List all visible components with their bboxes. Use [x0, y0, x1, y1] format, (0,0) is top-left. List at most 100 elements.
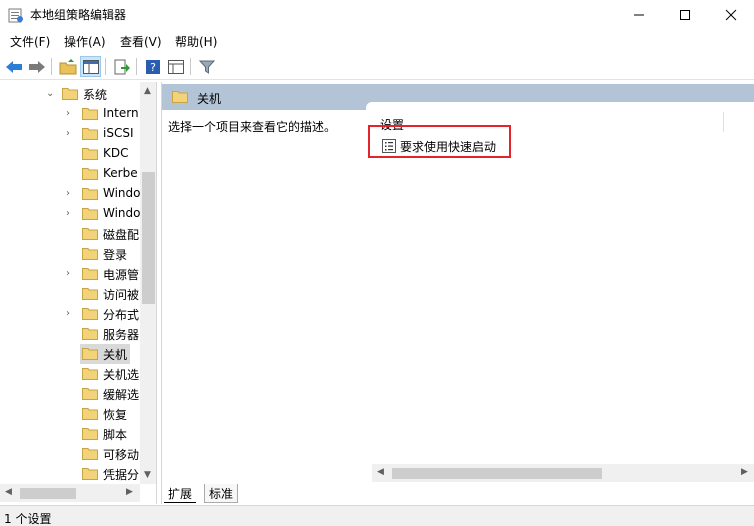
- chevron-right-icon[interactable]: ›: [66, 187, 76, 201]
- tree-item-label: 服务器: [103, 328, 140, 342]
- tree-item[interactable]: 磁盘配: [0, 224, 140, 244]
- folder-icon: [82, 168, 98, 180]
- menu-view[interactable]: 查看(V): [120, 33, 162, 50]
- tab-standard[interactable]: 标准: [204, 484, 239, 503]
- maximize-icon: [680, 9, 690, 20]
- highlight-box: [368, 125, 511, 158]
- group-policy-app-icon: [8, 8, 23, 23]
- tree-item[interactable]: 关机: [80, 344, 130, 364]
- up-folder-button[interactable]: [57, 56, 78, 77]
- chevron-right-icon[interactable]: ›: [66, 107, 76, 121]
- properties-button[interactable]: [165, 56, 186, 77]
- tree-item[interactable]: 凭据分: [0, 464, 140, 484]
- tree-item[interactable]: › 分布式: [0, 304, 140, 324]
- tree-item-label: 缓解选: [103, 388, 140, 402]
- tree-item-label: Windo: [103, 186, 140, 200]
- tree-item[interactable]: › 电源管: [0, 264, 140, 284]
- folder-icon: [82, 348, 98, 360]
- list-horizontal-scrollbar[interactable]: ◀ ▶: [372, 464, 754, 482]
- folder-icon: [82, 368, 98, 380]
- folder-icon: [82, 248, 98, 260]
- tree-vertical-scrollbar[interactable]: ▲ ▼: [140, 82, 156, 484]
- tree-item-label: Windo: [103, 206, 140, 220]
- tree-item[interactable]: 恢复: [0, 404, 140, 424]
- help-button[interactable]: ?: [142, 56, 163, 77]
- tree-item[interactable]: › Windo: [0, 204, 140, 224]
- export-list-button[interactable]: [111, 56, 132, 77]
- chevron-right-icon[interactable]: ›: [66, 307, 76, 321]
- export-icon: [114, 59, 130, 74]
- folder-icon: [82, 428, 98, 440]
- folder-icon: [82, 288, 98, 300]
- tree-item[interactable]: 脚本: [0, 424, 140, 444]
- list-hscroll-thumb[interactable]: [392, 468, 602, 479]
- folder-icon: [82, 268, 98, 280]
- chevron-down-icon[interactable]: ⌄: [46, 87, 56, 101]
- back-button[interactable]: [3, 56, 24, 77]
- chevron-right-icon[interactable]: ›: [66, 127, 76, 141]
- help-icon: ?: [145, 59, 160, 74]
- console-tree: ⌄ 系统 › Intern › iSCSI KDC Kerbe › Windo › Windo 磁盘配登…: [0, 82, 157, 504]
- toolbar: ?: [0, 53, 754, 80]
- filter-button[interactable]: [196, 56, 217, 77]
- svg-text:?: ?: [150, 61, 156, 74]
- close-icon: [725, 9, 737, 20]
- maximize-button[interactable]: [662, 0, 708, 29]
- description-text: 选择一个项目来查看它的描述。: [168, 120, 337, 134]
- tab-extended[interactable]: 扩展: [164, 484, 197, 503]
- tree-item[interactable]: › iSCSI: [0, 124, 140, 144]
- scroll-left-arrow-icon[interactable]: ◀: [5, 487, 12, 497]
- folder-icon: [62, 88, 78, 100]
- chevron-right-icon[interactable]: ›: [66, 207, 76, 221]
- column-divider[interactable]: [723, 112, 724, 132]
- tree-scroll-thumb[interactable]: [142, 172, 155, 304]
- tree-item-label: 访问被: [103, 288, 140, 302]
- chevron-right-icon[interactable]: ›: [66, 267, 76, 281]
- tree-item-label: 恢复: [103, 408, 128, 422]
- scroll-right-arrow-icon[interactable]: ▶: [126, 487, 133, 497]
- scroll-right-arrow-icon[interactable]: ▶: [741, 467, 748, 477]
- scroll-left-arrow-icon[interactable]: ◀: [377, 467, 384, 477]
- forward-arrow-icon: [28, 60, 45, 73]
- view-tabs: 扩展 标准: [162, 482, 754, 504]
- menu-action[interactable]: 操作(A): [64, 33, 106, 50]
- folder-icon: [82, 228, 98, 240]
- tree-item-label: 关机: [103, 348, 128, 362]
- details-pane: 关机 选择一个项目来查看它的描述。 设置 要求使用快速启动 ◀ ▶ 扩展 标准: [161, 82, 754, 504]
- folder-icon: [82, 148, 98, 160]
- tree-item[interactable]: 服务器: [0, 324, 140, 344]
- tree-item[interactable]: Kerbe: [0, 164, 140, 184]
- tree-horizontal-scrollbar[interactable]: ◀ ▶: [0, 484, 140, 502]
- tree-item-label: iSCSI: [103, 126, 134, 140]
- close-button[interactable]: [708, 0, 754, 29]
- toolbar-separator: [136, 58, 137, 75]
- status-bar: 1 个设置: [0, 505, 754, 526]
- tree-item-label: 登录: [103, 248, 128, 262]
- menu-file[interactable]: 文件(F): [10, 33, 50, 50]
- minimize-button[interactable]: [616, 0, 662, 29]
- tree-item[interactable]: 关机选: [0, 364, 140, 384]
- tree-item[interactable]: › Intern: [0, 104, 140, 124]
- tree-item[interactable]: 访问被: [0, 284, 140, 304]
- scroll-down-arrow-icon[interactable]: ▼: [144, 470, 151, 480]
- tree-item[interactable]: 登录: [0, 244, 140, 264]
- tree-item[interactable]: 可移动: [0, 444, 140, 464]
- tree-item[interactable]: 缓解选: [0, 384, 140, 404]
- menu-bar: 文件(F) 操作(A) 查看(V) 帮助(H): [0, 30, 754, 52]
- forward-button[interactable]: [26, 56, 47, 77]
- show-hide-tree-button[interactable]: [80, 56, 101, 77]
- toolbar-separator: [190, 58, 191, 75]
- tree-hscroll-thumb[interactable]: [20, 488, 76, 499]
- minimize-icon: [634, 14, 644, 15]
- menu-help[interactable]: 帮助(H): [175, 33, 217, 50]
- tree-item[interactable]: KDC: [0, 144, 140, 164]
- folder-icon: [82, 108, 98, 120]
- tree-item[interactable]: ⌄ 系统: [0, 84, 140, 104]
- folder-icon: [82, 188, 98, 200]
- tree-item[interactable]: › Windo: [0, 184, 140, 204]
- tree-item-label: 系统: [83, 88, 108, 102]
- folder-icon: [82, 448, 98, 460]
- scroll-up-arrow-icon[interactable]: ▲: [144, 86, 151, 96]
- window-title: 本地组策略编辑器: [30, 8, 127, 22]
- folder-icon: [172, 91, 188, 103]
